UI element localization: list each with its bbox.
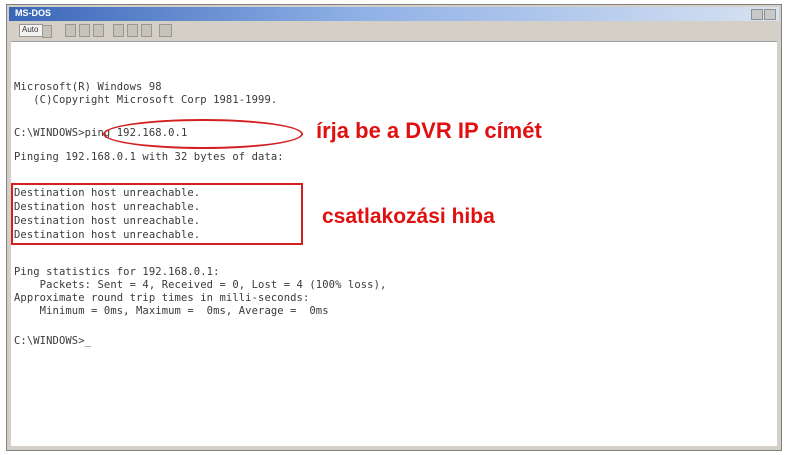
font-size-select[interactable]: Auto bbox=[19, 24, 52, 38]
error-lines-highlight bbox=[11, 183, 303, 245]
console-line: Packets: Sent = 4, Received = 0, Lost = … bbox=[14, 279, 387, 291]
background-icon[interactable] bbox=[141, 24, 152, 37]
console-line: Microsoft(R) Windows 98 bbox=[14, 81, 162, 93]
command-prompt-window: MS-DOS Auto Microsoft(R) Windows 98 (C)C… bbox=[6, 4, 782, 451]
paste-icon[interactable] bbox=[93, 24, 104, 37]
fullscreen-icon[interactable] bbox=[113, 24, 124, 37]
window-title: MS-DOS bbox=[15, 8, 51, 18]
console-line: Ping statistics for 192.168.0.1: bbox=[14, 266, 220, 278]
console-line: C:\WINDOWS>_ bbox=[14, 335, 92, 347]
toolbar: Auto bbox=[9, 22, 779, 38]
title-bar[interactable]: MS-DOS bbox=[9, 7, 779, 21]
close-icon[interactable] bbox=[764, 9, 776, 20]
console-output[interactable]: Microsoft(R) Windows 98 (C)Copyright Mic… bbox=[11, 41, 777, 446]
font-icon[interactable] bbox=[159, 24, 172, 37]
properties-icon[interactable] bbox=[127, 24, 138, 37]
console-line: Minimum = 0ms, Maximum = 0ms, Average = … bbox=[14, 305, 329, 317]
minimize-icon[interactable] bbox=[751, 9, 763, 20]
ip-hint-annotation: írja be a DVR IP címét bbox=[316, 118, 542, 143]
console-line: Approximate round trip times in milli-se… bbox=[14, 292, 310, 304]
font-size-value: Auto bbox=[22, 25, 39, 34]
mark-icon[interactable] bbox=[65, 24, 76, 37]
copy-icon[interactable] bbox=[79, 24, 90, 37]
console-line: (C)Copyright Microsoft Corp 1981-1999. bbox=[14, 94, 278, 106]
error-hint-annotation: csatlakozási hiba bbox=[322, 205, 495, 228]
ping-command-highlight bbox=[103, 119, 303, 149]
console-line: Pinging 192.168.0.1 with 32 bytes of dat… bbox=[14, 151, 284, 163]
